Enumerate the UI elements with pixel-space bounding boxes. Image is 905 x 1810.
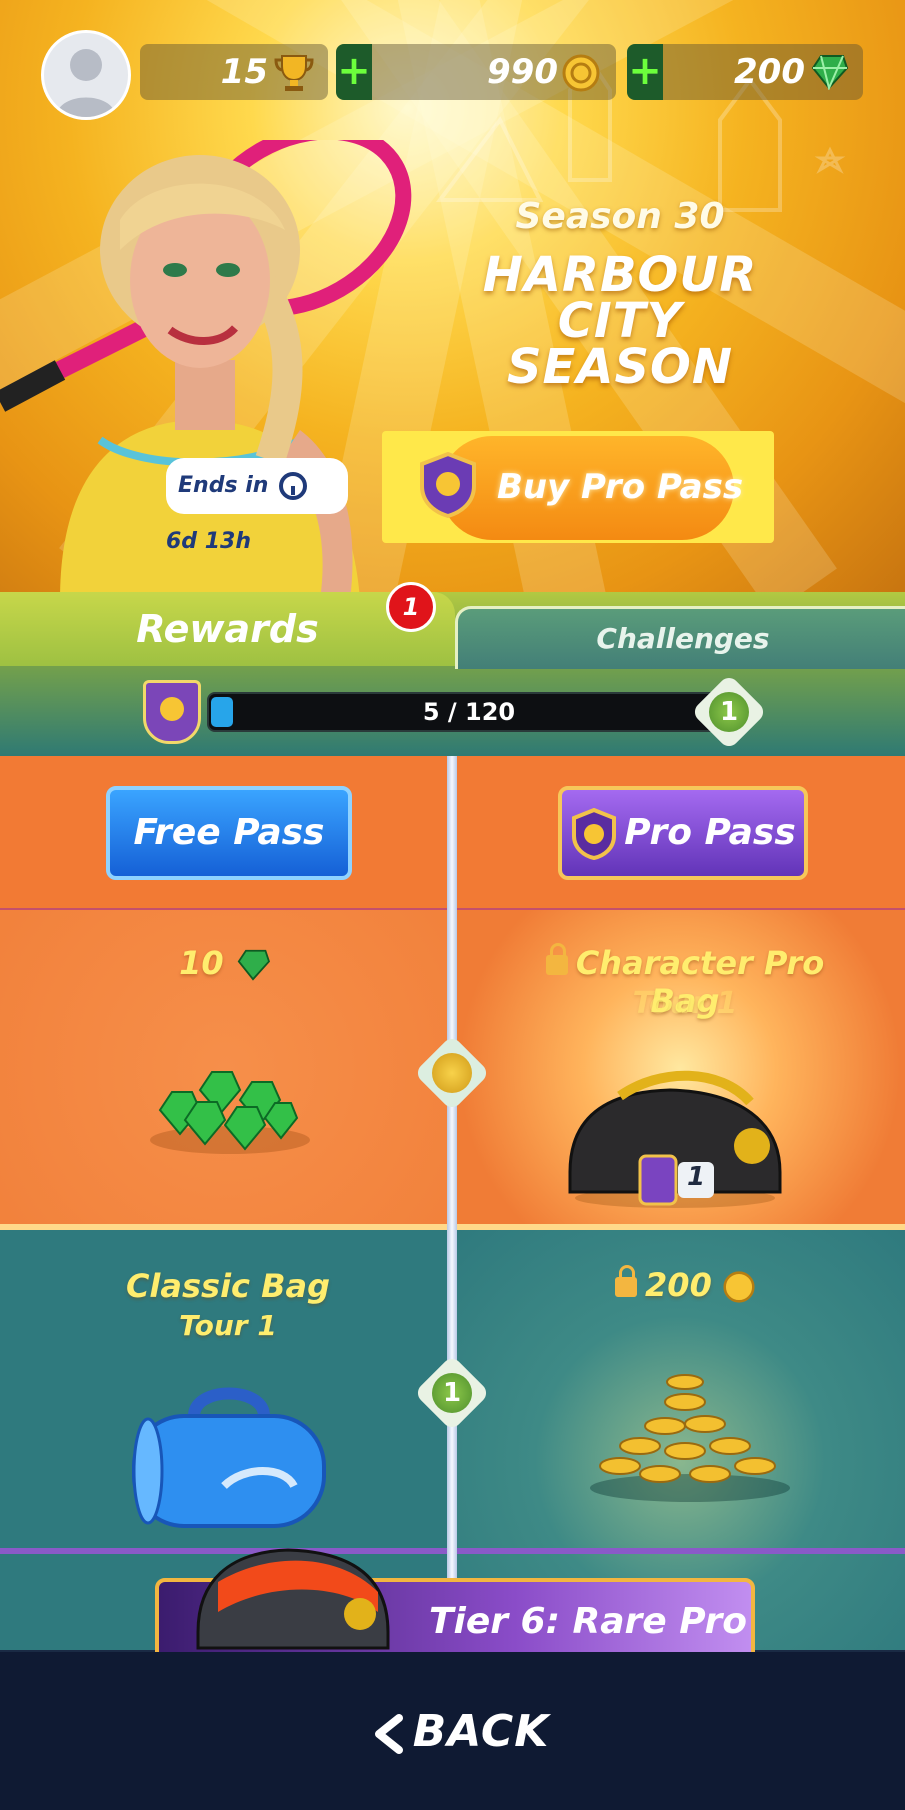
add-gems-button[interactable]: + (627, 44, 663, 100)
trophy-counter: 15 (140, 44, 328, 100)
season-title-line: SEASON (506, 339, 734, 395)
gem-icon (811, 55, 849, 90)
lock-icon (615, 1265, 638, 1297)
ends-in-value: 6d 13h (166, 529, 251, 554)
coin-count: 990 (487, 52, 558, 92)
gem-icon (237, 949, 270, 981)
character-pro-bag-tour: Tour 1 (632, 986, 738, 1021)
character-pro-bag-reward[interactable] (560, 1062, 790, 1212)
classic-bag-name: Classic Bag (125, 1267, 331, 1305)
add-coins-button[interactable]: + (336, 44, 372, 100)
pro-pass-shield-icon (420, 452, 476, 518)
gem-count: 200 (734, 52, 805, 92)
coin-pile-reward[interactable] (580, 1356, 800, 1506)
trophy-icon (274, 55, 314, 91)
trophy-count: 15 (220, 52, 268, 92)
coin-counter: 990 (372, 44, 616, 100)
coin-icon (562, 54, 600, 92)
pro-pass-button[interactable]: Pro Pass (558, 786, 808, 880)
gem-pile-reward[interactable] (140, 1040, 320, 1160)
coin-icon (432, 1053, 472, 1093)
player-avatar[interactable] (41, 30, 131, 120)
coin-icon (723, 1271, 755, 1303)
classic-bag-tour: Tour 1 (179, 1309, 277, 1342)
pro-pass-shield-icon (572, 807, 617, 861)
season-timer: Ends in 6d 13h (166, 458, 348, 554)
gem-reward-value: 10 (179, 944, 224, 982)
avatar-silhouette-icon (56, 49, 116, 117)
tier-level-number: 1 (432, 1373, 472, 1413)
season-progress-text: 5 / 120 (422, 698, 516, 726)
gem-counter: 200 (663, 44, 863, 100)
classic-bag-title: Classic Bag Tour 1 (110, 1266, 346, 1346)
season-level-badge-icon (143, 680, 201, 744)
tab-challenges[interactable]: Challenges (455, 606, 905, 669)
classic-bag-reward[interactable] (124, 1376, 334, 1536)
notification-badge: 1 (386, 582, 436, 632)
season-number: Season 30 (515, 196, 725, 237)
pro-pass-label: Pro Pass (624, 812, 796, 853)
current-level-number: 1 (709, 692, 749, 732)
season-title: HARBOUR CITY SEASON (460, 247, 780, 395)
character-pro-bag-count: 1 (686, 1162, 706, 1192)
coin-reward-amount: 200 (610, 1265, 760, 1304)
season-progress-bar: 5 / 120 (207, 692, 731, 732)
gem-reward-amount: 10 (120, 944, 330, 982)
season-title-line: HARBOUR (482, 247, 758, 303)
buy-pro-pass-label: Buy Pro Pass (496, 467, 744, 507)
free-pass-button[interactable]: Free Pass (106, 786, 352, 880)
rare-pro-bag-icon (196, 1548, 390, 1650)
lock-icon (545, 943, 568, 975)
back-label: BACK (412, 1706, 550, 1757)
coin-reward-value: 200 (645, 1266, 712, 1304)
chevron-left-icon (374, 1714, 403, 1754)
back-button[interactable]: BACK (360, 1700, 560, 1764)
track-divider (447, 756, 457, 1656)
tab-challenges-label: Challenges (596, 622, 770, 655)
season-title-line: CITY (557, 293, 683, 349)
clock-icon (279, 472, 308, 500)
ends-in-label: Ends in (178, 473, 269, 498)
